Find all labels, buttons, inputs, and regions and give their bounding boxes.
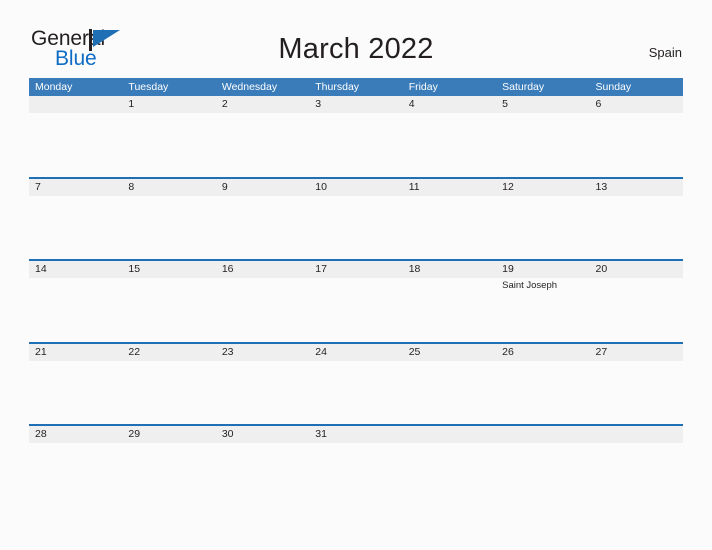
day-cell[interactable] (122, 278, 215, 340)
weekday-header-thursday: Thursday (315, 81, 360, 93)
day-number[interactable]: 26 (496, 344, 589, 361)
country-label: Spain (648, 45, 682, 60)
day-number[interactable]: 10 (309, 179, 402, 196)
day-cell[interactable] (122, 443, 215, 505)
day-cell[interactable] (496, 443, 589, 505)
weekday-header-tuesday: Tuesday (128, 81, 169, 93)
day-cell[interactable] (122, 113, 215, 175)
day-number[interactable]: 8 (122, 179, 215, 196)
week-date-band: 1 2 3 4 5 6 (29, 96, 683, 113)
day-number[interactable]: 14 (29, 261, 122, 278)
day-cell[interactable] (309, 443, 402, 505)
week-event-band (29, 196, 683, 258)
day-cell[interactable] (496, 361, 589, 423)
day-event: Saint Joseph (502, 280, 558, 291)
day-number[interactable] (29, 96, 122, 113)
week-row: 14 15 16 17 18 19 20 Saint Joseph (29, 259, 683, 342)
week-row: 7 8 9 10 11 12 13 (29, 176, 683, 260)
day-number[interactable]: 9 (216, 179, 309, 196)
day-number[interactable]: 6 (590, 96, 683, 113)
week-row: 28 29 30 31 (29, 424, 683, 507)
day-cell[interactable] (590, 278, 683, 340)
day-cell[interactable] (29, 278, 122, 340)
week-date-band: 7 8 9 10 11 12 13 (29, 178, 683, 196)
day-cell[interactable] (309, 278, 402, 340)
day-number[interactable]: 23 (216, 344, 309, 361)
day-cell[interactable] (309, 113, 402, 175)
day-cell[interactable] (216, 113, 309, 175)
week-row: 1 2 3 4 5 6 (29, 96, 683, 177)
day-cell[interactable] (403, 113, 496, 175)
day-number[interactable]: 22 (122, 344, 215, 361)
day-number[interactable]: 21 (29, 344, 122, 361)
day-number[interactable]: 15 (122, 261, 215, 278)
day-number[interactable]: 16 (216, 261, 309, 278)
day-number[interactable]: 17 (309, 261, 402, 278)
day-number[interactable]: 11 (403, 179, 496, 196)
day-cell[interactable] (216, 443, 309, 505)
day-number[interactable]: 13 (590, 179, 683, 196)
day-number[interactable]: 12 (496, 179, 589, 196)
day-number[interactable]: 24 (309, 344, 402, 361)
page-title: March 2022 (278, 33, 434, 65)
day-number[interactable] (590, 426, 683, 443)
day-number[interactable]: 28 (29, 426, 122, 443)
day-cell[interactable] (122, 196, 215, 258)
weekday-header-sunday: Sunday (595, 81, 632, 93)
day-cell[interactable]: Saint Joseph (496, 278, 589, 340)
day-cell[interactable] (403, 443, 496, 505)
day-number[interactable]: 1 (122, 96, 215, 113)
day-number[interactable]: 3 (309, 96, 402, 113)
day-cell[interactable] (403, 361, 496, 423)
day-number[interactable]: 4 (403, 96, 496, 113)
weekday-header-saturday: Saturday (502, 81, 545, 93)
day-cell[interactable] (29, 443, 122, 505)
day-number[interactable]: 31 (309, 426, 402, 443)
day-cell[interactable] (216, 361, 309, 423)
day-cell[interactable] (403, 196, 496, 258)
day-number[interactable]: 19 (496, 261, 589, 278)
week-date-band: 28 29 30 31 (29, 426, 683, 443)
day-cell[interactable] (590, 113, 683, 175)
day-cell[interactable] (122, 361, 215, 423)
week-event-band (29, 113, 683, 175)
day-number[interactable]: 29 (122, 426, 215, 443)
weekday-header-friday: Friday (408, 81, 438, 93)
day-number[interactable]: 18 (403, 261, 496, 278)
day-cell[interactable] (403, 278, 496, 340)
day-number[interactable]: 25 (403, 344, 496, 361)
day-cell[interactable] (29, 113, 122, 175)
day-cell[interactable] (590, 443, 683, 505)
day-number[interactable] (496, 426, 589, 443)
calendar-grid: Monday Tuesday Wednesday Thursday Friday… (29, 78, 683, 507)
week-row: 21 22 23 24 25 26 27 (29, 341, 683, 425)
weekday-header-monday: Monday (35, 81, 73, 93)
day-number[interactable]: 30 (216, 426, 309, 443)
page-header: General Blue March 2022 Spain (0, 0, 712, 76)
day-number[interactable]: 27 (590, 344, 683, 361)
day-number[interactable]: 2 (216, 96, 309, 113)
day-cell[interactable] (496, 196, 589, 258)
week-event-band: Saint Joseph (29, 278, 683, 340)
week-event-band (29, 361, 683, 423)
day-cell[interactable] (29, 361, 122, 423)
day-number[interactable]: 7 (29, 179, 122, 196)
day-number[interactable]: 5 (496, 96, 589, 113)
day-cell[interactable] (29, 196, 122, 258)
day-cell[interactable] (590, 361, 683, 423)
week-event-band (29, 443, 683, 505)
week-date-band: 21 22 23 24 25 26 27 (29, 343, 683, 361)
weekday-header-row: Monday Tuesday Wednesday Thursday Friday… (29, 78, 683, 96)
week-date-band: 14 15 16 17 18 19 20 (29, 261, 683, 278)
weekday-header-wednesday: Wednesday (221, 81, 278, 93)
day-cell[interactable] (309, 361, 402, 423)
day-cell[interactable] (309, 196, 402, 258)
calendar-page: General Blue March 2022 Spain Monday Tue… (0, 0, 712, 550)
day-cell[interactable] (496, 113, 589, 175)
day-cell[interactable] (216, 278, 309, 340)
day-cell[interactable] (590, 196, 683, 258)
day-number[interactable] (403, 426, 496, 443)
day-cell[interactable] (216, 196, 309, 258)
day-number[interactable]: 20 (590, 261, 683, 278)
